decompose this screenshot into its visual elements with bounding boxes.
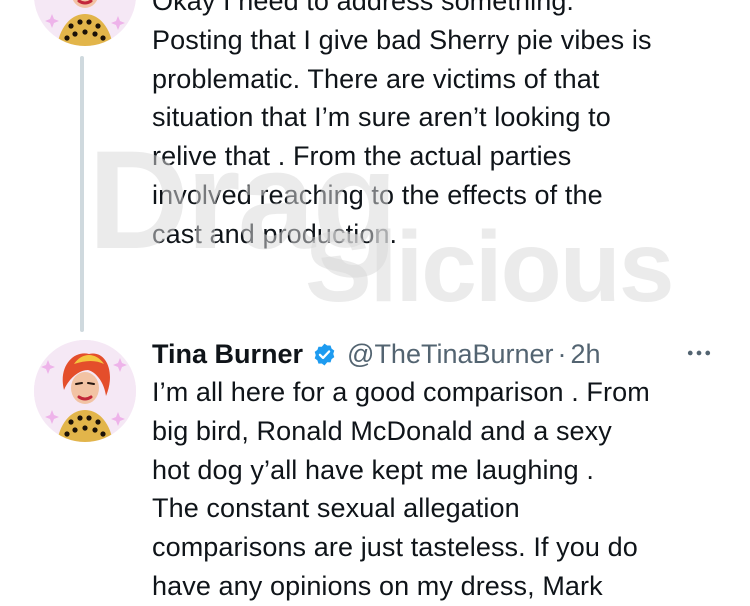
tweet-text: Okay I need to address something. Postin… [152,0,742,254]
thread-connector-line [80,56,84,332]
tweet-line: big bird, Ronald McDonald and a sexy [152,415,612,446]
profile-avatar[interactable] [34,340,136,442]
tweet-line: situation that I’m sure aren’t looking t… [152,102,611,133]
tweet-line: comparisons are just tasteless. If you d… [152,532,638,563]
tweet-timestamp[interactable]: 2h [571,339,601,370]
tweet-line: cast and production. [152,218,398,249]
tweet-line: problematic. There are victims of that [152,63,600,94]
display-name[interactable]: Tina Burner [152,339,303,370]
tweet-text: I’m all here for a good comparison . Fro… [152,373,742,606]
more-options-icon[interactable] [684,338,714,368]
tweet-line: Posting that I give bad Sherry pie vibes… [152,24,652,55]
tweet-line: involved reaching to the effects of the [152,179,603,210]
tweet-line: The constant sexual allegation [152,493,520,524]
user-handle[interactable]: @TheTinaBurner [347,339,554,370]
avatar-image [34,0,136,46]
meta-separator: · [557,338,567,369]
tweet-line: have any opinions on my dress, Mark [152,570,603,601]
verified-badge-icon [312,342,337,367]
tweet-header: Tina Burner @TheTinaBurner · 2h [152,335,601,373]
profile-avatar[interactable] [34,0,136,46]
tweet-line: hot dog y’all have kept me laughing . [152,454,594,485]
tweet-line: I’m all here for a good comparison . Fro… [152,377,650,407]
avatar-image [34,340,136,442]
tweet-line: relive that . From the actual parties [152,141,572,172]
tweet-line: Okay I need to address something. [152,0,575,16]
